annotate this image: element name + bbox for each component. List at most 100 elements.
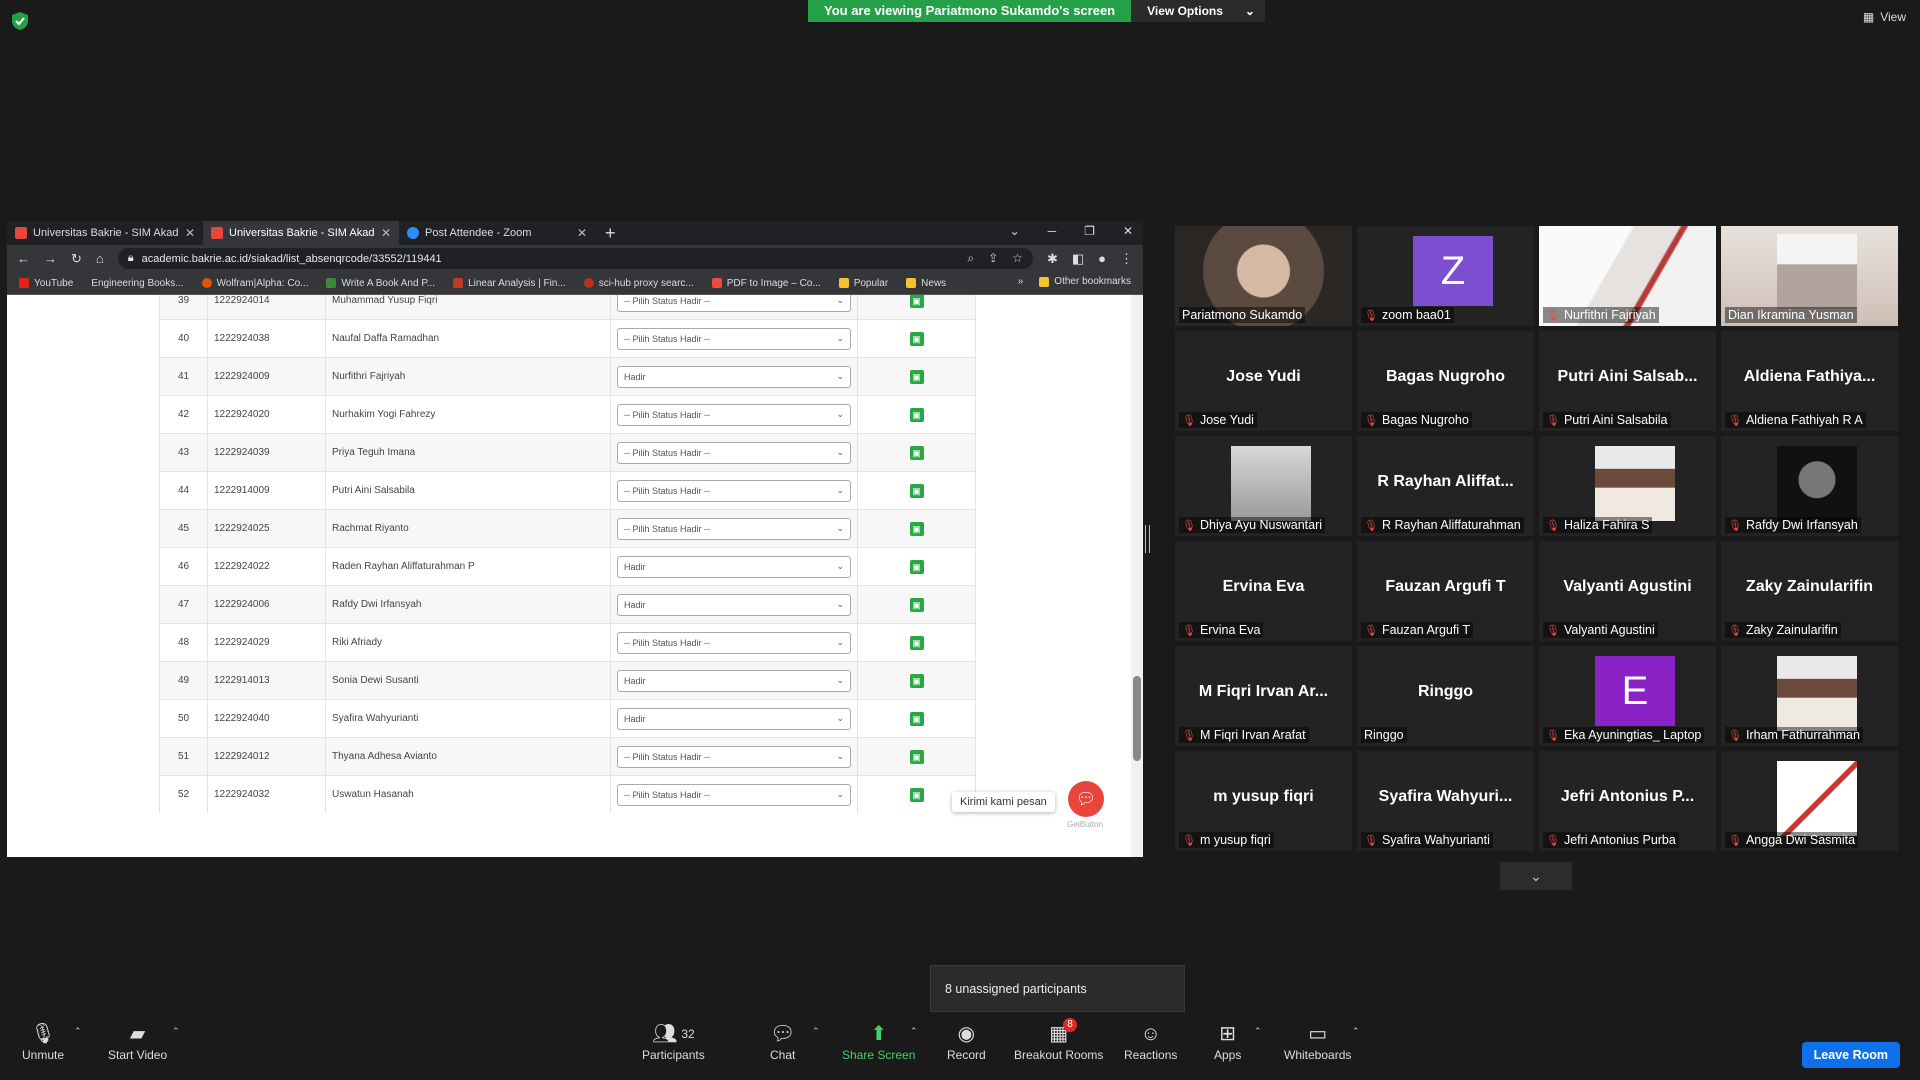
participant-tile[interactable]: E 🎙︎ Eka Ayuningtias_ Laptop (1539, 646, 1716, 746)
participant-tile[interactable]: R Rayhan Aliffat... 🎙︎ R Rayhan Aliffatura… (1357, 436, 1534, 536)
restore-icon[interactable]: ❐ (1084, 224, 1095, 238)
close-window-icon[interactable]: ✕ (1123, 224, 1133, 238)
participant-tile[interactable]: Bagas Nugroho 🎙︎ Bagas Nugroho (1357, 331, 1534, 431)
menu-kebab-icon[interactable]: ⋮ (1120, 251, 1133, 267)
bookmark-star-icon[interactable]: ☆ (1012, 251, 1023, 266)
share-screen-button[interactable]: ⬆ Share Screen (842, 1020, 915, 1062)
save-icon[interactable]: ▣ (909, 331, 924, 346)
share-icon[interactable]: ⇪ (988, 251, 998, 266)
apps-options-caret-icon[interactable]: ⌃ (1254, 1026, 1262, 1037)
apps-button[interactable]: ⊞ Apps (1214, 1020, 1241, 1062)
participant-tile[interactable]: 🎙︎ Dhiya Ayu Nuswantari (1175, 436, 1352, 536)
bookmark-youtube[interactable]: YouTube (19, 278, 73, 289)
participant-tile[interactable]: m yusup fiqri 🎙︎ m yusup fiqri (1175, 751, 1352, 851)
participant-tile[interactable]: 🎙︎ Nurfithri Fajriyah (1539, 226, 1716, 326)
new-tab-icon[interactable]: + (605, 223, 616, 244)
split-view-handle[interactable] (1145, 525, 1150, 553)
attendance-status-select[interactable]: -- Pilih Status Hadir -- ⌄ (617, 441, 851, 464)
bookmark-engineering-books[interactable]: Engineering Books... (91, 278, 183, 289)
extensions-icon[interactable]: ✱ (1047, 251, 1058, 267)
participant-tile[interactable]: Jose Yudi 🎙︎ Jose Yudi (1175, 331, 1352, 431)
participant-tile[interactable]: 🎙︎ Haliza Fahira S (1539, 436, 1716, 536)
attendance-status-select[interactable]: -- Pilih Status Hadir -- ⌄ (617, 631, 851, 654)
save-icon[interactable]: ▣ (909, 711, 924, 726)
browser-tab[interactable]: Post Attendee - Zoom ✕ (399, 221, 595, 245)
save-icon[interactable]: ▣ (909, 673, 924, 688)
participant-tile[interactable]: Valyanti Agustini 🎙︎ Valyanti Agustini (1539, 541, 1716, 641)
close-icon[interactable]: ✕ (381, 226, 391, 240)
breakout-rooms-button[interactable]: ▦ 8 Breakout Rooms (1014, 1018, 1103, 1062)
minimize-icon[interactable]: ─ (1048, 224, 1057, 238)
participant-tile[interactable]: Dian Ikramina Yusman (1721, 226, 1898, 326)
participant-tile[interactable]: Ervina Eva 🎙︎ Ervina Eva (1175, 541, 1352, 641)
page-scrollbar[interactable] (1131, 295, 1143, 857)
security-shield-icon[interactable] (12, 12, 28, 30)
save-icon[interactable]: ▣ (909, 295, 924, 308)
attendance-status-select[interactable]: Hadir ⌄ (617, 593, 851, 616)
save-icon[interactable]: ▣ (909, 787, 924, 802)
browser-tab[interactable]: Universitas Bakrie - SIM Akadem ✕ (7, 221, 203, 245)
participant-tile[interactable]: 🎙︎ Rafdy Dwi Irfansyah (1721, 436, 1898, 536)
zoom-lens-icon[interactable]: ⌕ (967, 251, 974, 266)
bookmark-wolfram[interactable]: Wolfram|Alpha: Co... (201, 278, 308, 289)
attendance-status-select[interactable]: -- Pilih Status Hadir -- ⌄ (617, 783, 851, 806)
participant-tile[interactable]: Pariatmono Sukamdo (1175, 226, 1352, 326)
chat-options-caret-icon[interactable]: ⌃ (812, 1026, 820, 1037)
participant-tile[interactable]: Putri Aini Salsab... 🎙︎ Putri Aini Salsabi… (1539, 331, 1716, 431)
forward-icon[interactable]: → (44, 251, 57, 266)
chat-bubble-icon[interactable]: 💬︎ (1068, 781, 1104, 817)
participant-tile[interactable]: Aldiena Fathiya... 🎙︎ Aldiena Fathiyah R A (1721, 331, 1898, 431)
start-video-button[interactable]: ▰ Start Video (108, 1020, 167, 1062)
whiteboards-button[interactable]: ▭ Whiteboards (1284, 1020, 1351, 1062)
participant-tile[interactable]: Zaky Zainularifin 🎙︎ Zaky Zainularifin (1721, 541, 1898, 641)
save-icon[interactable]: ▣ (909, 635, 924, 650)
whiteboard-options-caret-icon[interactable]: ⌃ (1352, 1026, 1360, 1037)
bookmark-pdf-to-image[interactable]: PDF to Image – Co... (711, 278, 821, 289)
more-bookmarks-icon[interactable]: » (1018, 276, 1024, 287)
url-input[interactable]: 🔒︎ academic.bakrie.ac.id/siakad/list_abs… (117, 248, 1033, 269)
save-icon[interactable]: ▣ (909, 521, 924, 536)
participant-tile[interactable]: 🎙︎ Irham Fathurrahman (1721, 646, 1898, 746)
bookmark-sci-hub[interactable]: sci-hub proxy searc... (583, 278, 694, 289)
attendance-status-select[interactable]: Hadir ⌄ (617, 707, 851, 730)
side-panel-icon[interactable]: ◧ (1072, 251, 1084, 267)
participant-tile[interactable]: 🎙︎ Angga Dwi Sasmita (1721, 751, 1898, 851)
participant-tile[interactable]: Ringgo Ringgo (1357, 646, 1534, 746)
participants-button[interactable]: 👥︎ 32 Participants (642, 1020, 705, 1062)
tab-search-icon[interactable]: ⌄ (1010, 224, 1020, 238)
view-button[interactable]: ▦ View (1863, 10, 1906, 24)
reload-icon[interactable]: ↻ (71, 251, 82, 267)
bookmark-write-a-book[interactable]: Write A Book And P... (326, 278, 435, 289)
chat-widget-label[interactable]: Kirimi kami pesan (952, 792, 1055, 812)
attendance-status-select[interactable]: -- Pilih Status Hadir -- ⌄ (617, 327, 851, 350)
participant-tile[interactable]: Z 🎙︎ zoom baa01 (1357, 226, 1534, 326)
save-icon[interactable]: ▣ (909, 445, 924, 460)
save-icon[interactable]: ▣ (909, 749, 924, 764)
profile-avatar-icon[interactable]: ● (1098, 251, 1106, 266)
attendance-status-select[interactable]: -- Pilih Status Hadir -- ⌄ (617, 517, 851, 540)
chat-button[interactable]: 💬︎ Chat (770, 1020, 795, 1062)
save-icon[interactable]: ▣ (909, 483, 924, 498)
bookmark-linear-analysis[interactable]: Linear Analysis | Fin... (453, 278, 566, 289)
gallery-next-page-icon[interactable]: ⌄ (1500, 862, 1572, 890)
participant-tile[interactable]: Syafira Wahyuri... 🎙︎ Syafira Wahyurianti (1357, 751, 1534, 851)
view-options-button[interactable]: View Options ⌄ (1131, 0, 1265, 22)
bookmark-folder-news[interactable]: News (906, 278, 946, 289)
save-icon[interactable]: ▣ (909, 559, 924, 574)
share-options-caret-icon[interactable]: ⌃ (910, 1026, 918, 1037)
save-icon[interactable]: ▣ (909, 597, 924, 612)
attendance-status-select[interactable]: -- Pilih Status Hadir -- ⌄ (617, 295, 851, 312)
close-icon[interactable]: ✕ (185, 226, 195, 240)
scrollbar-thumb[interactable] (1133, 676, 1141, 761)
participant-tile[interactable]: M Fiqri Irvan Ar... 🎙︎ M Fiqri Irvan Arafa… (1175, 646, 1352, 746)
browser-tab-active[interactable]: Universitas Bakrie - SIM Akadem ✕ (203, 221, 399, 245)
save-icon[interactable]: ▣ (909, 407, 924, 422)
participant-tile[interactable]: Jefri Antonius P... 🎙︎ Jefri Antonius Purb… (1539, 751, 1716, 851)
bookmark-folder-popular[interactable]: Popular (838, 278, 888, 289)
save-icon[interactable]: ▣ (909, 369, 924, 384)
attendance-status-select[interactable]: Hadir ⌄ (617, 555, 851, 578)
leave-room-button[interactable]: Leave Room (1801, 1042, 1900, 1068)
back-icon[interactable]: ← (17, 251, 30, 266)
participant-tile[interactable]: Fauzan Argufi T 🎙︎ Fauzan Argufi T (1357, 541, 1534, 641)
audio-options-caret-icon[interactable]: ⌃ (74, 1026, 82, 1037)
